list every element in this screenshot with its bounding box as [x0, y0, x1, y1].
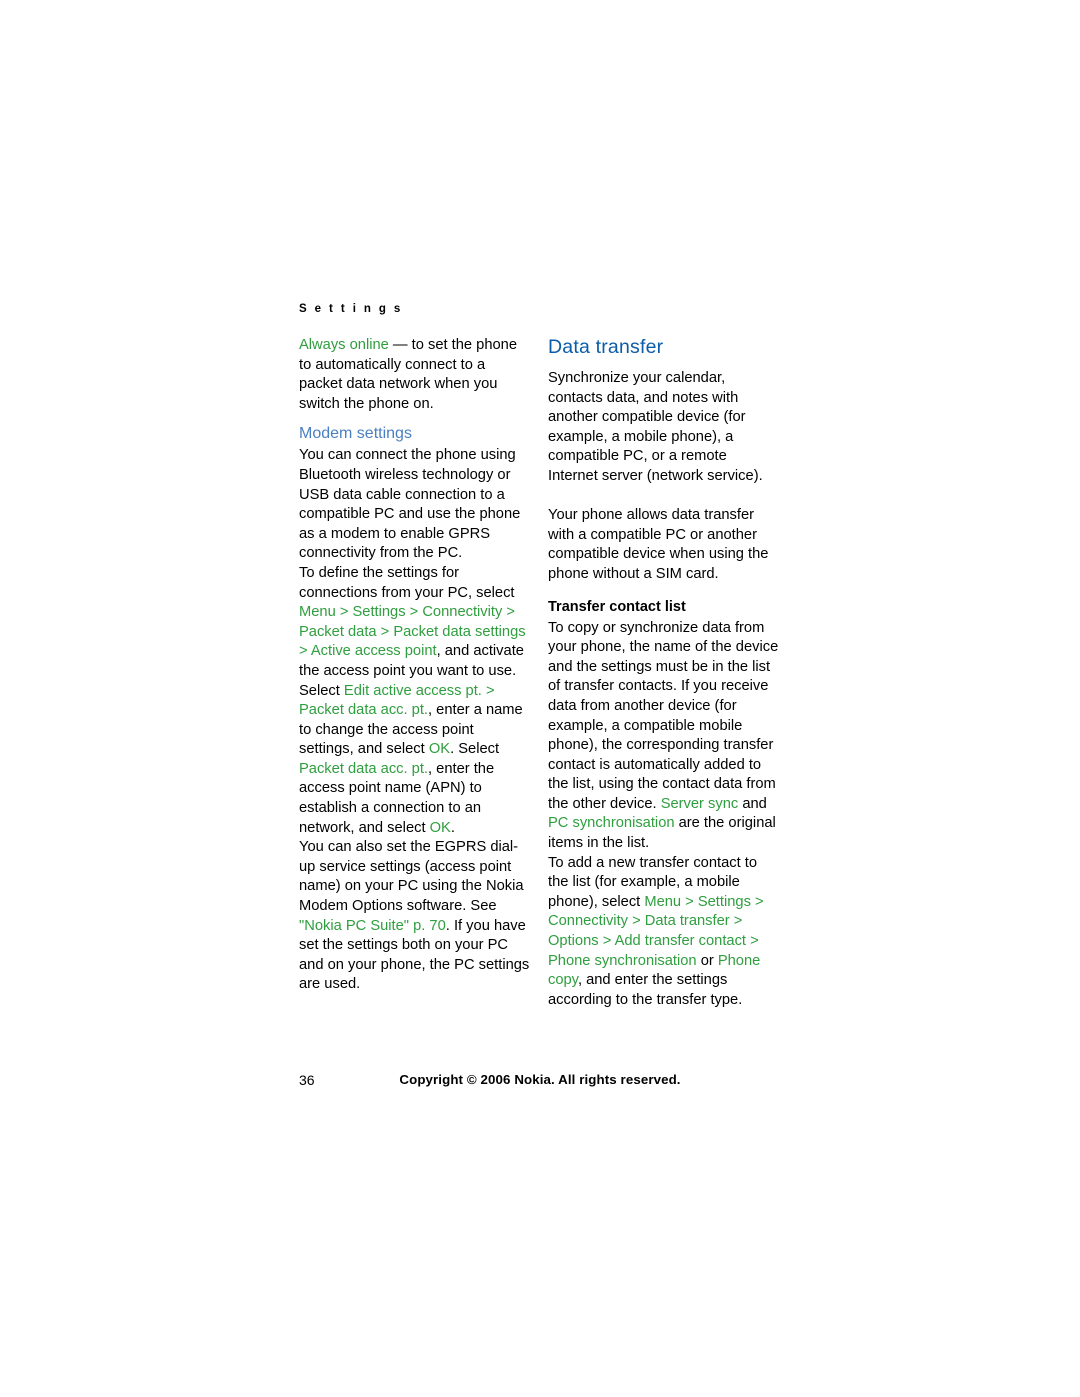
- term-data-transfer: Data transfer: [644, 913, 730, 930]
- term-ok-1: OK: [428, 741, 451, 758]
- paragraph-sim-less: Your phone allows data transfer with a c…: [548, 487, 780, 585]
- paragraph-define-settings: To define the settings for connections f…: [299, 564, 531, 838]
- sep-r2: >: [750, 893, 764, 910]
- term-packet-data-settings: Packet data settings: [393, 623, 526, 640]
- paragraph-add-transfer-contact: To add a new transfer contact to the lis…: [548, 854, 780, 1011]
- sep-r3: >: [628, 913, 645, 930]
- paragraph-sync-intro: Synchronize your calendar, contacts data…: [548, 370, 763, 484]
- paragraph-transfer-contacts: To copy or synchronize data from your ph…: [548, 619, 780, 854]
- text-or: or: [696, 952, 718, 969]
- term-phone-synchronisation: Phone synchronisation: [548, 952, 697, 969]
- left-column: Always online — to set the phone to auto…: [299, 336, 531, 995]
- sep-1: >: [335, 604, 353, 621]
- term-connectivity-2: Connectivity: [548, 913, 628, 930]
- term-packet-data-acc-pt: Packet data acc. pt.: [299, 702, 428, 719]
- term-add-transfer-contact: Add transfer contact: [614, 933, 747, 950]
- text-add-rest: , and enter the settings according to th…: [548, 972, 743, 1008]
- right-column: Data transfer Synchronize your calendar,…: [548, 336, 780, 1010]
- heading-modem-settings: Modem settings: [299, 425, 412, 443]
- term-packet-data: Packet data: [299, 623, 377, 640]
- running-header: S e t t i n g s: [299, 303, 403, 315]
- term-packet-data-acc-pt-2: Packet data acc. pt.: [299, 760, 428, 777]
- term-settings: Settings: [352, 604, 406, 621]
- sep-r6: >: [746, 933, 759, 950]
- term-active-access-point: Active access point: [310, 643, 437, 660]
- sep-r5: >: [598, 933, 615, 950]
- sep-r1: >: [681, 893, 698, 910]
- sep-3: >: [502, 604, 515, 621]
- heading-transfer-contact-list: Transfer contact list: [548, 598, 686, 615]
- term-always-online: Always online: [299, 337, 389, 353]
- heading-data-transfer: Data transfer: [548, 336, 664, 358]
- term-pc-synchronisation: PC synchronisation: [548, 815, 675, 832]
- sep-r4: >: [729, 913, 743, 930]
- text-define-settings-lead: To define the settings for connections f…: [299, 564, 515, 601]
- term-ok-2: OK: [429, 819, 451, 836]
- paragraph-always-online: Always online — to set the phone to auto…: [299, 336, 531, 414]
- term-server-sync: Server sync: [660, 795, 739, 812]
- text-egprs-lead: You can also set the EGPRS dial-up servi…: [299, 839, 524, 915]
- text-transfer-lead: To copy or synchronize data from your ph…: [548, 619, 779, 812]
- copyright-notice: Copyright © 2006 Nokia. All rights reser…: [399, 1072, 681, 1087]
- sep-4: >: [376, 623, 394, 640]
- term-edit-active-access-pt: Edit active access pt.: [343, 682, 482, 699]
- term-options: Options: [548, 933, 599, 950]
- paragraph-modem-intro: You can connect the phone using Bluetoot…: [299, 447, 521, 562]
- paragraph-egprs-dialup: You can also set the EGPRS dial-up servi…: [299, 838, 531, 995]
- term-connectivity: Connectivity: [422, 604, 503, 621]
- link-nokia-pc-suite[interactable]: "Nokia PC Suite" p. 70: [299, 918, 446, 934]
- sep-2: >: [405, 604, 423, 621]
- term-menu-2: Menu: [644, 893, 682, 910]
- term-menu: Menu: [299, 604, 336, 621]
- text-sim-less: Your phone allows data transfer with a c…: [548, 507, 769, 582]
- text-period: .: [450, 819, 455, 836]
- term-settings-2: Settings: [697, 893, 751, 910]
- text-select-2: . Select: [450, 741, 500, 758]
- sep-5: >: [299, 643, 311, 660]
- manual-page: S e t t i n g s Always online — to set t…: [0, 0, 1080, 1397]
- sep-6: >: [481, 682, 495, 699]
- text-and: and: [738, 795, 767, 812]
